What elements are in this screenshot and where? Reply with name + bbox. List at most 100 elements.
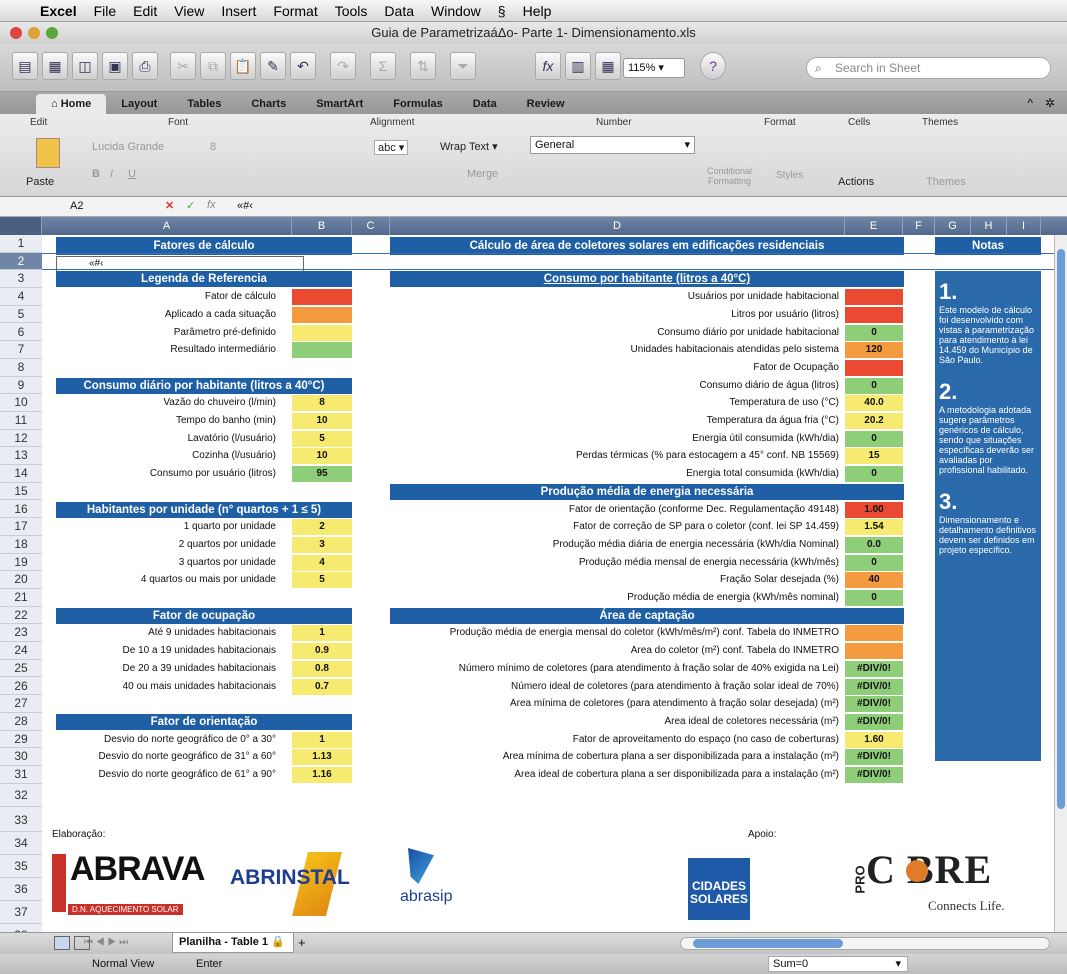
paste-icon[interactable]: 📋	[230, 52, 256, 80]
orientacao-row-3-value[interactable]: 1.16	[292, 767, 352, 783]
main-row-17-value[interactable]: 0	[845, 590, 903, 606]
main-row-16-value[interactable]: 40	[845, 572, 903, 589]
orientacao-row-1-value[interactable]: 1	[292, 731, 352, 748]
main-row-8-value[interactable]: 20.2	[845, 413, 903, 429]
cancel-formula-icon[interactable]: ✕	[165, 199, 174, 212]
row-header-34[interactable]: 34	[0, 832, 42, 855]
habitantes-row-3-value[interactable]: 4	[292, 554, 352, 571]
new-workbook-icon[interactable]: ▤	[12, 52, 38, 80]
number-format-select[interactable]: General ▾	[530, 136, 695, 154]
row-header-24[interactable]: 24	[0, 642, 42, 660]
main-row-4-value[interactable]: 120	[845, 342, 903, 359]
row-header-19[interactable]: 19	[0, 554, 42, 572]
menu-tools[interactable]: Tools	[335, 3, 368, 19]
menu-data[interactable]: Data	[384, 3, 414, 19]
select-all-corner[interactable]	[0, 217, 42, 235]
paste-button[interactable]: Paste	[26, 176, 54, 188]
gear-icon[interactable]: ✲	[1045, 96, 1055, 110]
tab-formulas[interactable]: Formulas	[378, 94, 458, 114]
formula-input[interactable]: «#‹	[237, 200, 253, 212]
row-header-6[interactable]: 6	[0, 324, 42, 342]
filter-icon[interactable]: ⏷	[450, 52, 476, 80]
templates-icon[interactable]: ▦	[42, 52, 68, 80]
merge-button[interactable]: Merge	[467, 168, 498, 180]
row-header-30[interactable]: 30	[0, 748, 42, 766]
row-header-16[interactable]: 16	[0, 501, 42, 519]
vertical-scrollbar[interactable]	[1054, 235, 1067, 932]
row-header-20[interactable]: 20	[0, 571, 42, 589]
collapse-ribbon-icon[interactable]: ^	[1027, 96, 1033, 110]
search-sheet-input[interactable]: ⌕ Search in Sheet	[806, 57, 1051, 79]
column-header-a[interactable]: A	[42, 217, 292, 235]
row-header-10[interactable]: 10	[0, 394, 42, 412]
actions-button[interactable]: Actions	[838, 176, 874, 188]
habitantes-row-4-value[interactable]: 5	[292, 572, 352, 589]
menu-view[interactable]: View	[174, 3, 204, 19]
autosum-icon[interactable]: Σ	[370, 52, 396, 80]
ocupacao-row-4-value[interactable]: 0.7	[292, 678, 352, 695]
column-header-i[interactable]: I	[1007, 217, 1041, 235]
ocupacao-row-3-value[interactable]: 0.8	[292, 660, 352, 677]
row-header-37[interactable]: 37	[0, 901, 42, 924]
font-size-select[interactable]: 8	[210, 141, 216, 153]
consumo-row-1-value[interactable]: 8	[292, 395, 352, 412]
save-icon[interactable]: ▣	[102, 52, 128, 80]
format-painter-icon[interactable]: ✎	[260, 52, 286, 80]
main-row-26-value[interactable]: #DIV/0!	[845, 767, 903, 783]
habitantes-row-2-value[interactable]: 3	[292, 536, 352, 553]
row-header-36[interactable]: 36	[0, 878, 42, 901]
tab-tables[interactable]: Tables	[172, 94, 236, 114]
main-row-5-value[interactable]	[845, 359, 903, 376]
redo-icon[interactable]: ↷	[330, 52, 356, 80]
function-icon[interactable]: fx	[207, 199, 216, 211]
toolbox-icon[interactable]: ▦	[595, 52, 621, 80]
horizontal-scroll-thumb[interactable]	[693, 939, 843, 948]
row-header-31[interactable]: 31	[0, 766, 42, 784]
normal-view-icon[interactable]	[54, 936, 70, 950]
main-row-18-value[interactable]	[845, 625, 903, 642]
wrap-text-button[interactable]: Wrap Text ▾	[440, 140, 498, 153]
main-row-21-value[interactable]: #DIV/0!	[845, 678, 903, 695]
consumo-row-3-value[interactable]: 5	[292, 430, 352, 447]
open-icon[interactable]: ◫	[72, 52, 98, 80]
row-header-23[interactable]: 23	[0, 624, 42, 643]
consumo-row-2-value[interactable]: 10	[292, 413, 352, 429]
page-layout-view-icon[interactable]	[74, 936, 90, 950]
tab-smartart[interactable]: SmartArt	[301, 94, 378, 114]
row-header-22[interactable]: 22	[0, 607, 42, 625]
font-name-select[interactable]: Lucida Grande	[92, 141, 164, 153]
text-orientation-button[interactable]: abc ▾	[374, 140, 409, 155]
row-header-8[interactable]: 8	[0, 359, 42, 377]
add-sheet-button[interactable]: +	[298, 935, 306, 950]
paste-clipboard-icon[interactable]	[36, 138, 60, 168]
themes-button[interactable]: Themes	[926, 176, 966, 188]
menu-file[interactable]: File	[94, 3, 117, 19]
accept-formula-icon[interactable]: ✓	[186, 199, 195, 212]
column-header-c[interactable]: C	[352, 217, 390, 235]
main-row-15-value[interactable]: 0	[845, 554, 903, 571]
main-row-1-value[interactable]	[845, 289, 903, 306]
column-header-f[interactable]: F	[903, 217, 935, 235]
row-header-26[interactable]: 26	[0, 678, 42, 696]
consumo-row-4-value[interactable]: 10	[292, 448, 352, 465]
zoom-window-button[interactable]	[46, 27, 58, 39]
sheet-nav-icon[interactable]: ⏮ ◀ ▶ ⏭	[84, 937, 128, 948]
tab-review[interactable]: Review	[512, 94, 580, 114]
row-header-4[interactable]: 4	[0, 288, 42, 306]
help-icon[interactable]: ?	[700, 52, 726, 80]
column-header-b[interactable]: B	[292, 217, 352, 235]
cut-icon[interactable]: ✂	[170, 52, 196, 80]
gallery-icon[interactable]: ▥	[565, 52, 591, 80]
row-header-35[interactable]: 35	[0, 855, 42, 878]
menu-help[interactable]: Help	[523, 3, 552, 19]
main-row-20-value[interactable]: #DIV/0!	[845, 660, 903, 677]
minimize-window-button[interactable]	[28, 27, 40, 39]
row-header-15[interactable]: 15	[0, 483, 42, 501]
row-header-2[interactable]: 2	[0, 252, 42, 271]
row-header-9[interactable]: 9	[0, 377, 42, 395]
ocupacao-row-2-value[interactable]: 0.9	[292, 643, 352, 660]
main-row-22-value[interactable]: #DIV/0!	[845, 696, 903, 713]
italic-button[interactable]: I	[110, 168, 113, 180]
ocupacao-row-1-value[interactable]: 1	[292, 625, 352, 642]
row-header-12[interactable]: 12	[0, 430, 42, 448]
